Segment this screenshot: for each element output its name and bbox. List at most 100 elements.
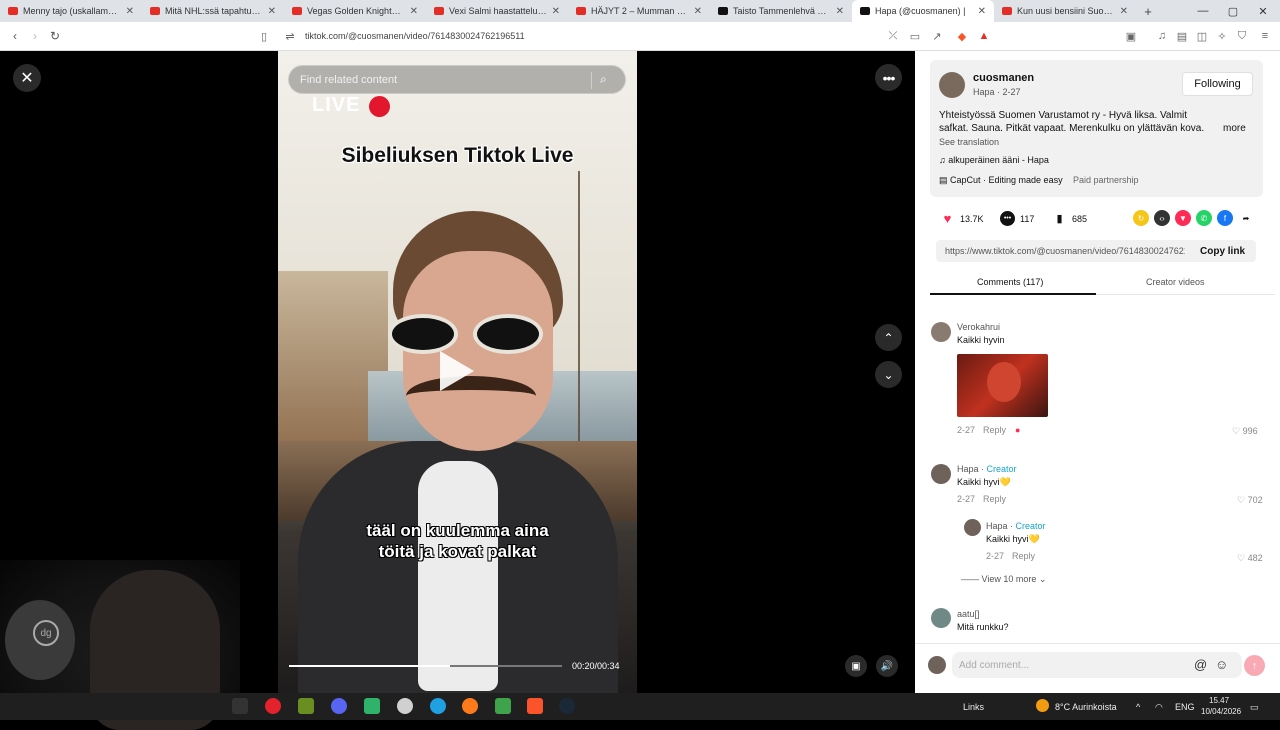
commenter-name[interactable]: aatu[] xyxy=(957,609,980,619)
site-info-icon[interactable]: ⇌ xyxy=(283,29,297,43)
play-icon[interactable] xyxy=(440,351,474,391)
extensions-icon[interactable]: ✧ xyxy=(1215,29,1229,43)
save-button[interactable]: ▮ 685 xyxy=(1052,211,1087,226)
app-icon[interactable] xyxy=(397,698,413,714)
more-share-icon[interactable]: ➦ xyxy=(1238,210,1254,226)
close-window-icon[interactable]: ✕ xyxy=(1248,0,1278,22)
mention-icon[interactable]: @ xyxy=(1194,657,1207,672)
like-button[interactable]: ♥ 13.7K xyxy=(940,211,984,226)
previous-video-icon[interactable]: ⌃ xyxy=(875,324,902,351)
reload-icon[interactable]: ↻ xyxy=(45,29,65,43)
reading-icon[interactable]: ▤ xyxy=(1175,29,1189,43)
comment-button[interactable]: ••• 117 xyxy=(1000,211,1034,226)
repost-icon[interactable]: ↻ xyxy=(1133,210,1149,226)
app-icon[interactable] xyxy=(495,698,511,714)
comment-like[interactable]: ♡ 482 xyxy=(1237,553,1263,564)
browser-tab[interactable]: Menny tajo (uskallammat ta ✕ xyxy=(0,0,142,22)
forward-icon[interactable]: › xyxy=(25,29,45,43)
language-indicator[interactable]: ENG xyxy=(1175,702,1195,712)
commenter-avatar[interactable] xyxy=(931,322,951,342)
close-tab-icon[interactable]: ✕ xyxy=(410,6,418,17)
pip-icon[interactable]: ▣ xyxy=(845,655,867,677)
copy-link-button[interactable]: Copy link xyxy=(1200,246,1245,257)
screenshot-icon[interactable]: ◫ xyxy=(1195,29,1209,43)
menu-icon[interactable]: ≡ xyxy=(1258,29,1272,43)
media-icon[interactable]: ♫ xyxy=(1155,29,1169,43)
creator-username[interactable]: cuosmanen xyxy=(973,72,1034,84)
new-tab-button[interactable]: + xyxy=(1136,4,1160,19)
tray-chevron-icon[interactable]: ^ xyxy=(1136,702,1140,712)
creator-avatar[interactable] xyxy=(939,72,965,98)
commenter-name[interactable]: Verokahrui xyxy=(957,322,1000,332)
related-search-input[interactable] xyxy=(289,73,589,86)
commenter-avatar[interactable] xyxy=(964,519,981,536)
more-options-icon[interactable]: ••• xyxy=(875,64,902,91)
send-comment-icon[interactable]: ↑ xyxy=(1244,655,1265,676)
browser-tab[interactable]: Vexi Salmi haastattelu Rentun ✕ xyxy=(426,0,568,22)
embed-icon[interactable]: ‹› xyxy=(1154,210,1170,226)
clock-date[interactable]: 10/04/2026 xyxy=(1201,707,1241,716)
video-progress-bar[interactable] xyxy=(289,665,562,667)
close-tab-icon[interactable]: ✕ xyxy=(1120,6,1128,17)
comment-gif[interactable] xyxy=(957,354,1048,417)
capcut-link[interactable]: ▤ CapCut · Editing made easy xyxy=(939,175,1063,186)
reply-button[interactable]: Reply xyxy=(983,494,1006,504)
brave-rewards-icon[interactable]: ▲ xyxy=(977,29,991,43)
close-tab-icon[interactable]: ✕ xyxy=(978,6,986,17)
close-video-button[interactable]: ✕ xyxy=(13,64,41,92)
next-video-icon[interactable]: ⌄ xyxy=(875,361,902,388)
close-tab-icon[interactable]: ✕ xyxy=(268,6,276,17)
reply-button[interactable]: Reply xyxy=(1012,551,1035,561)
browser-tab[interactable]: HÄJYT 2 – Mumman vanha ka ✕ xyxy=(568,0,710,22)
more-link[interactable]: more xyxy=(1223,123,1246,134)
edge-icon[interactable] xyxy=(430,698,446,714)
sidebar-icon[interactable]: ▣ xyxy=(1124,29,1138,43)
whatsapp-icon[interactable]: ✆ xyxy=(1196,210,1212,226)
maximize-icon[interactable]: ▢ xyxy=(1218,0,1248,22)
comment-like[interactable]: ♡ 702 xyxy=(1237,495,1263,506)
browser-tab[interactable]: Kun uusi bensiini Suomeen sa ✕ xyxy=(994,0,1136,22)
commenter-name[interactable]: Hapa · Creator xyxy=(957,464,1017,474)
close-tab-icon[interactable]: ✕ xyxy=(552,6,560,17)
commenter-avatar[interactable] xyxy=(931,464,951,484)
browser-tab[interactable]: Mitä NHL:ssä tapahtuu? Kato ✕ xyxy=(142,0,284,22)
url-text[interactable]: tiktok.com/@cuosmanen/video/761483002476… xyxy=(305,31,525,41)
emoji-icon[interactable]: ☺ xyxy=(1215,657,1228,672)
close-tab-icon[interactable]: ✕ xyxy=(694,6,702,17)
vpn-icon[interactable]: ⛉ xyxy=(1235,29,1249,43)
see-translation-link[interactable]: See translation xyxy=(939,137,999,147)
taskview-icon[interactable] xyxy=(232,698,248,714)
view-more-replies[interactable]: —— View 10 more ⌄ xyxy=(961,574,1046,585)
close-tab-icon[interactable]: ✕ xyxy=(126,6,134,17)
commenter-name[interactable]: Hapa · Creator xyxy=(986,521,1046,531)
opera-icon[interactable] xyxy=(265,698,281,714)
comment-like[interactable]: ♡ 996 xyxy=(1232,426,1258,437)
taskbar-links[interactable]: Links xyxy=(963,702,984,712)
steam-icon[interactable] xyxy=(559,698,575,714)
wifi-icon[interactable]: ◠ xyxy=(1155,702,1163,713)
sound-link[interactable]: ♫ alkuperäinen ääni - Hapa xyxy=(939,155,1049,165)
search-icon[interactable]: ⌕ xyxy=(600,72,607,87)
brave-icon[interactable] xyxy=(527,698,543,714)
tab-comments[interactable]: Comments (117) xyxy=(977,277,1043,287)
tab-creator-videos[interactable]: Creator videos xyxy=(1146,277,1205,287)
browser-tab[interactable]: Taisto Tammenlehvä 🎖🎖🎖 ✕ xyxy=(710,0,852,22)
app-icon[interactable] xyxy=(364,698,380,714)
share-page-icon[interactable]: ↗ xyxy=(930,29,944,43)
following-button[interactable]: Following xyxy=(1182,72,1253,96)
send-friend-icon[interactable]: ▼ xyxy=(1175,210,1191,226)
weather-text[interactable]: 8°C Aurinkoista xyxy=(1055,702,1117,712)
browser-tab-active[interactable]: Hapa (@cuosmanen) | ✕ xyxy=(852,0,994,22)
clock-time[interactable]: 15.47 xyxy=(1209,696,1229,705)
notifications-icon[interactable]: ▭ xyxy=(1250,702,1259,713)
commenter-avatar[interactable] xyxy=(931,608,951,628)
firefox-icon[interactable] xyxy=(462,698,478,714)
browser-tab[interactable]: Vegas Golden Knights at Seattl ✕ xyxy=(284,0,426,22)
volume-icon[interactable]: 🔊 xyxy=(876,655,898,677)
translate-icon[interactable]: ⤫ xyxy=(886,29,900,43)
close-tab-icon[interactable]: ✕ xyxy=(836,6,844,17)
app-icon[interactable] xyxy=(298,698,314,714)
bookmark-icon[interactable]: ▯ xyxy=(257,29,271,43)
brave-shield-icon[interactable]: ◆ xyxy=(955,29,969,43)
related-search-box[interactable]: ⌕ xyxy=(288,65,626,94)
